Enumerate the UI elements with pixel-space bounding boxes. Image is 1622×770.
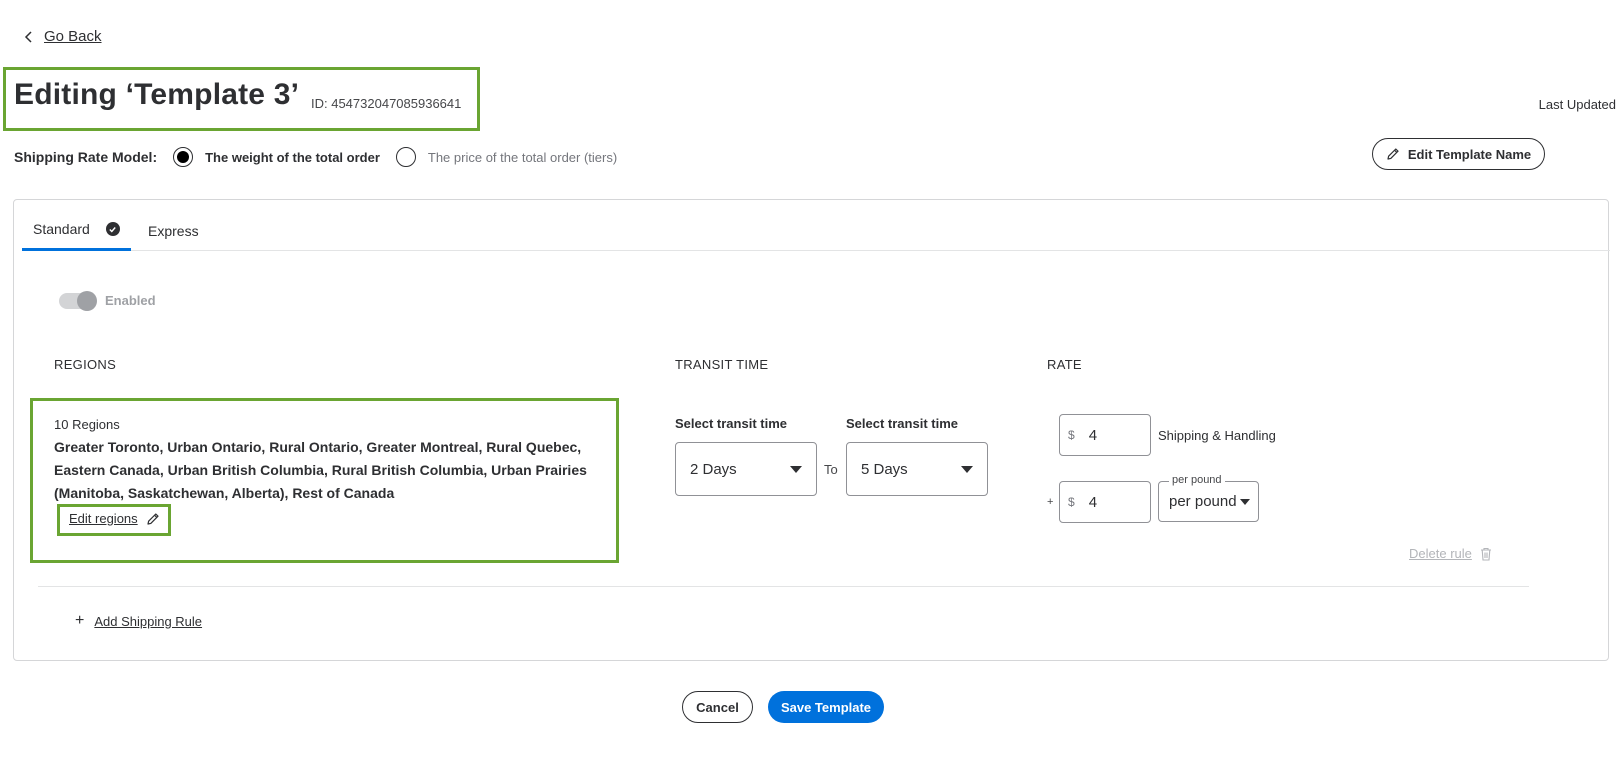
base-rate-input[interactable]: $ 4 [1059,414,1151,456]
transit-from-label: Select transit time [675,416,787,431]
transit-to-value: 5 Days [861,460,908,478]
transit-to-label: Select transit time [846,416,958,431]
currency-symbol: $ [1068,495,1075,509]
shipping-handling-label: Shipping & Handling [1158,428,1276,443]
transit-from-value: 2 Days [690,460,737,478]
rule-divider [38,586,1529,587]
trash-icon [1480,547,1491,561]
shipping-rate-model: Shipping Rate Model: The weight of the t… [14,147,633,167]
radio-price[interactable] [395,147,416,167]
tab-standard[interactable]: Standard [22,210,131,251]
check-circle-icon [105,222,120,236]
radio-weight[interactable] [173,147,194,167]
base-rate-value: 4 [1088,426,1098,444]
radio-weight-label[interactable]: The weight of the total order [205,150,380,165]
regions-list: Greater Toronto, Urban Ontario, Rural On… [54,439,587,501]
edit-regions-label: Edit regions [69,511,138,526]
transit-to-select[interactable]: 5 Days [846,442,988,496]
transit-to-word: To [824,462,838,477]
caret-down-icon [1240,498,1250,505]
last-updated-label: Last Updated [1538,97,1616,112]
caret-down-icon [790,465,802,473]
rate-model-label: Shipping Rate Model: [14,149,158,165]
save-template-button[interactable]: Save Template [768,691,884,723]
add-shipping-rule-link[interactable]: + Add Shipping Rule [75,613,202,629]
rate-unit-legend: per pound [1169,474,1225,486]
toggle-knob [77,291,97,311]
currency-symbol: $ [1068,428,1075,442]
regions-column-header: REGIONS [54,357,117,372]
caret-down-icon [961,465,973,473]
per-unit-rate-input[interactable]: $ 4 [1059,481,1151,523]
rate-unit-select[interactable]: per pound [1158,481,1259,522]
tab-bar: Standard Express [22,210,1610,251]
enabled-label: Enabled [105,293,156,308]
rate-column-header: RATE [1047,357,1082,372]
regions-count: 10 Regions [54,417,120,432]
pencil-icon [1387,148,1399,160]
rate-unit-value: per pound [1169,493,1237,510]
radio-price-label[interactable]: The price of the total order (tiers) [428,150,617,165]
tab-express[interactable]: Express [148,210,199,251]
enabled-toggle[interactable] [59,291,97,311]
delete-rule-label: Delete rule [1409,546,1472,561]
edit-regions-link[interactable]: Edit regions [69,511,160,526]
go-back-label: Go Back [44,28,102,45]
edit-template-name-button[interactable]: Edit Template Name [1372,138,1545,170]
template-id: ID: 454732047085936641 [311,96,462,111]
per-unit-rate-value: 4 [1088,493,1098,511]
tab-standard-label: Standard [33,221,90,237]
pencil-icon [147,512,159,525]
transit-from-select[interactable]: 2 Days [675,442,817,496]
cancel-button[interactable]: Cancel [682,691,753,723]
add-shipping-rule-label: Add Shipping Rule [94,613,203,629]
transit-column-header: TRANSIT TIME [675,357,769,372]
page-title: Editing ‘Template 3’ [14,78,300,111]
radio-selected-dot [177,151,190,163]
plus-sign: + [1047,496,1054,508]
go-back-link[interactable]: Go Back [24,28,102,45]
chevron-left-icon [24,30,32,43]
tab-express-label: Express [148,222,199,239]
plus-icon: + [75,612,85,629]
delete-rule-link[interactable]: Delete rule [1409,546,1492,561]
edit-template-name-label: Edit Template Name [1407,146,1532,162]
